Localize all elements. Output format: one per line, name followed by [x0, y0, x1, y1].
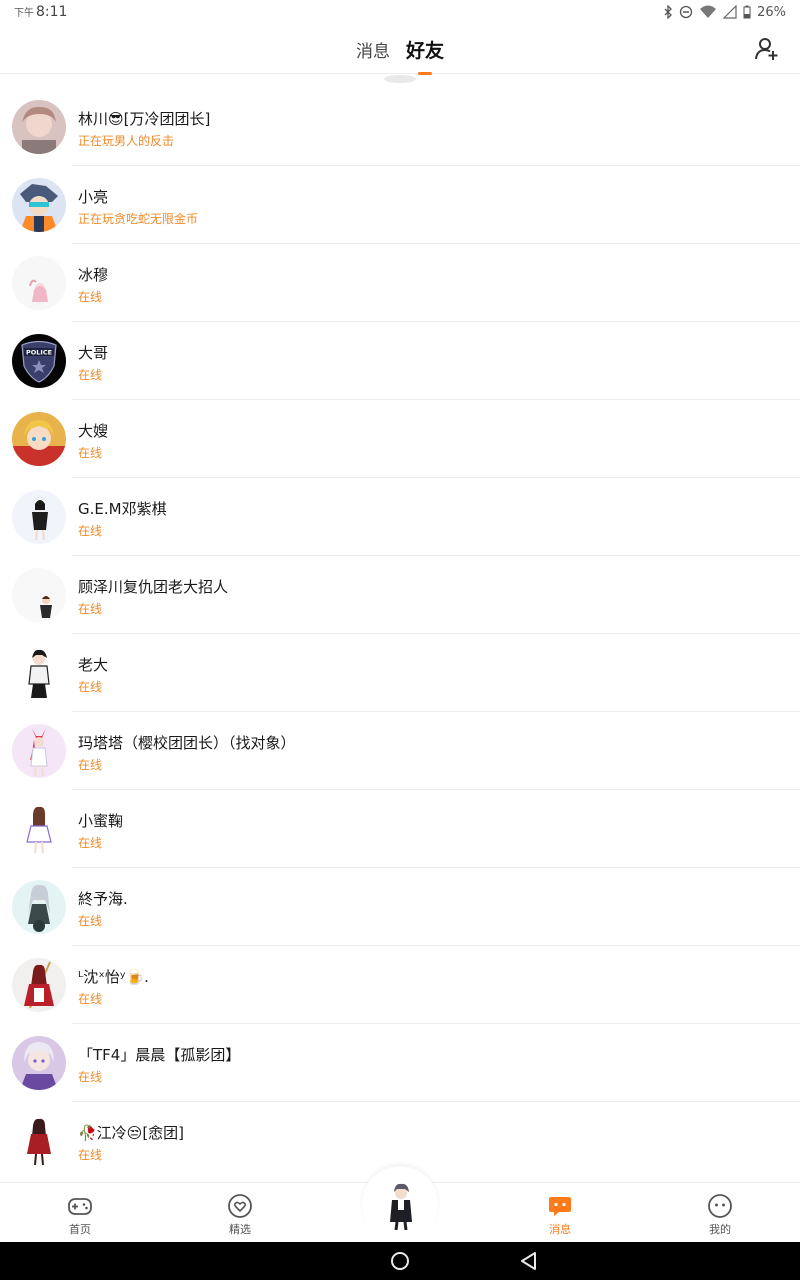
- friend-row[interactable]: 老大 在线: [0, 634, 800, 712]
- status-time: 8:11: [36, 4, 68, 20]
- friend-status: 在线: [78, 290, 103, 304]
- avatar[interactable]: POLICE: [12, 334, 66, 388]
- avatar[interactable]: [12, 568, 66, 622]
- face-icon: [708, 1194, 732, 1218]
- tab-friends[interactable]: 好友: [405, 36, 444, 75]
- tab-messages[interactable]: 消息: [356, 37, 390, 62]
- friend-row[interactable]: 大嫂 在线: [0, 400, 800, 478]
- friend-list: 林川😎[万冷团团长] 正在玩男人的反击 小亮 正在玩贪吃蛇无限金币 冰穆 在线 …: [0, 88, 800, 1180]
- friend-status: 在线: [78, 1070, 103, 1084]
- avatar[interactable]: [12, 100, 66, 154]
- tab-bar: 消息 好友: [0, 24, 800, 75]
- friend-status: 在线: [78, 524, 103, 538]
- tab-messages-label: 消息: [355, 41, 390, 62]
- dnd-icon: [679, 5, 693, 19]
- friend-name: 終予海.: [78, 890, 128, 908]
- avatar[interactable]: [12, 802, 66, 856]
- avatar[interactable]: [12, 958, 66, 1012]
- wifi-icon: [700, 5, 717, 18]
- friend-row[interactable]: 終予海. 在线: [0, 868, 800, 946]
- battery-icon: [743, 5, 751, 19]
- police-badge-text: POLICE: [26, 349, 52, 357]
- nav-messages[interactable]: 消息: [480, 1183, 640, 1243]
- pull-refresh-indicator: [384, 75, 416, 83]
- avatar[interactable]: [12, 880, 66, 934]
- friend-name: 小蜜鞠: [78, 812, 124, 830]
- nav-home[interactable]: 首页: [0, 1183, 160, 1243]
- signal-icon: [723, 5, 737, 19]
- heart-icon: [228, 1194, 252, 1218]
- friend-name: ᴸ沈ˣ怡ʸ🍺.: [78, 968, 149, 986]
- friend-name: 🥀江冷😒[悆团]: [78, 1124, 185, 1142]
- status-bar: 下午 8:11 26%: [0, 0, 800, 24]
- friend-row[interactable]: 林川😎[万冷团团长] 正在玩男人的反击: [0, 88, 800, 166]
- friend-status: 在线: [78, 836, 103, 850]
- tab-friends-label: 好友: [405, 39, 444, 62]
- friend-row[interactable]: POLICE 大哥 在线: [0, 322, 800, 400]
- active-tab-indicator: [417, 71, 432, 75]
- avatar[interactable]: [12, 1036, 66, 1090]
- nav-messages-label: 消息: [549, 1223, 571, 1236]
- avatar[interactable]: [12, 1114, 66, 1168]
- status-time-prefix: 下午: [14, 8, 34, 19]
- friend-status: 在线: [78, 992, 103, 1006]
- friend-row[interactable]: 顾泽川复仇团老大招人 在线: [0, 556, 800, 634]
- friend-status: 在线: [78, 680, 103, 694]
- friend-row[interactable]: G.E.M邓紫棋 在线: [0, 478, 800, 556]
- nav-profile[interactable]: 我的: [640, 1183, 800, 1243]
- system-nav-bar: [0, 1242, 800, 1280]
- center-avatar-button[interactable]: [374, 1178, 428, 1232]
- friend-name: 林川😎[万冷团团长]: [78, 110, 211, 128]
- back-icon[interactable]: [519, 1251, 539, 1271]
- friend-status: 在线: [78, 1148, 103, 1162]
- friend-row[interactable]: ᴸ沈ˣ怡ʸ🍺. 在线: [0, 946, 800, 1024]
- friend-name: 「TF4」晨晨【孤影团】: [78, 1046, 241, 1064]
- avatar[interactable]: [12, 724, 66, 778]
- friend-status: 正在玩男人的反击: [78, 134, 175, 148]
- home-icon[interactable]: [391, 1252, 409, 1270]
- friend-status: 在线: [78, 446, 103, 460]
- friend-row[interactable]: 小亮 正在玩贪吃蛇无限金币: [0, 166, 800, 244]
- friend-status: 在线: [78, 914, 103, 928]
- friend-status: 在线: [78, 368, 103, 382]
- friend-row[interactable]: 冰穆 在线: [0, 244, 800, 322]
- status-icons: 26%: [663, 5, 786, 20]
- friend-row[interactable]: 玛塔塔（樱校团团长）（找对象） 在线: [0, 712, 800, 790]
- friend-name: G.E.M邓紫棋: [78, 500, 167, 518]
- friend-name: 大哥: [78, 344, 109, 362]
- friend-row[interactable]: 小蜜鞠 在线: [0, 790, 800, 868]
- avatar[interactable]: [12, 646, 66, 700]
- avatar[interactable]: [12, 178, 66, 232]
- status-clock: 下午 8:11: [14, 4, 67, 20]
- top-nav: 消息 好友: [0, 24, 800, 75]
- friend-name: 顾泽川复仇团老大招人: [78, 578, 229, 596]
- friend-name: 老大: [78, 656, 109, 674]
- friend-status: 在线: [78, 758, 103, 772]
- chat-icon: [549, 1197, 571, 1216]
- friend-status: 在线: [78, 602, 103, 616]
- nav-featured-label: 精选: [229, 1223, 251, 1236]
- friend-name: 玛塔塔（樱校团团长）（找对象）: [78, 734, 296, 752]
- battery-percent: 26%: [757, 4, 786, 20]
- nav-home-label: 首页: [69, 1223, 91, 1236]
- add-friend-icon[interactable]: [754, 36, 780, 62]
- friend-status: 正在玩贪吃蛇无限金币: [78, 212, 199, 226]
- gamepad-icon: [68, 1198, 92, 1215]
- friend-row[interactable]: 「TF4」晨晨【孤影团】 在线: [0, 1024, 800, 1102]
- avatar[interactable]: [12, 490, 66, 544]
- friend-name: 小亮: [78, 188, 109, 206]
- friend-name: 冰穆: [78, 266, 109, 284]
- nav-featured[interactable]: 精选: [160, 1183, 320, 1243]
- bluetooth-icon: [664, 5, 673, 19]
- avatar[interactable]: [12, 412, 66, 466]
- avatar[interactable]: [12, 256, 66, 310]
- friend-name: 大嫂: [78, 422, 109, 440]
- nav-profile-label: 我的: [709, 1223, 731, 1236]
